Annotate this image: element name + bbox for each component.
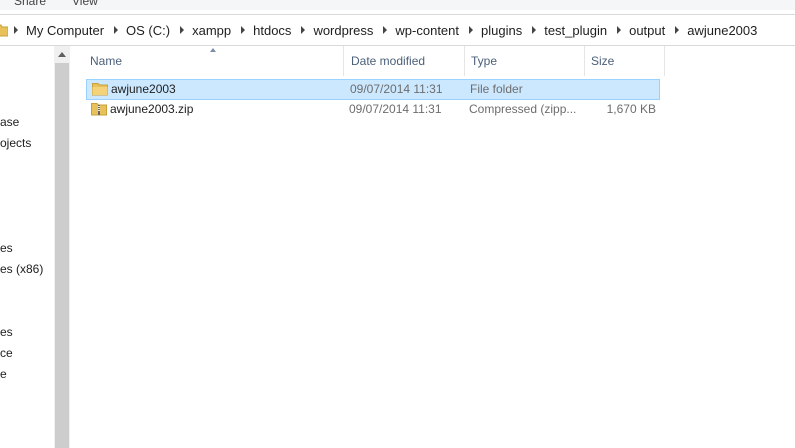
file-size xyxy=(607,80,657,99)
chevron-right-icon[interactable] xyxy=(675,26,680,34)
nav-item[interactable]: es xyxy=(0,241,13,255)
file-size: 1,670 KB xyxy=(606,102,656,116)
folder-icon xyxy=(92,82,108,96)
breadcrumb-item[interactable]: htdocs xyxy=(231,23,291,38)
nav-item[interactable]: ojects xyxy=(0,136,31,150)
file-type: Compressed (zipp... xyxy=(469,102,577,116)
column-header: Name Date modified Type Size xyxy=(70,46,795,76)
chevron-right-icon[interactable] xyxy=(469,26,473,34)
folder-icon xyxy=(0,23,8,37)
nav-item[interactable]: ce xyxy=(0,346,13,360)
breadcrumb-label[interactable]: awjune2003 xyxy=(687,23,757,38)
nav-item[interactable]: ase xyxy=(0,115,19,129)
file-row[interactable]: awjune2003.zip 09/07/2014 11:31 Compress… xyxy=(86,100,660,121)
scroll-up-arrow-icon[interactable] xyxy=(54,46,70,63)
breadcrumb-item[interactable]: wp-content xyxy=(373,23,459,38)
tab-view[interactable]: View xyxy=(72,0,98,8)
breadcrumb-label[interactable]: OS (C:) xyxy=(126,23,170,38)
ribbon-tabs: Share View xyxy=(0,0,795,10)
nav-item[interactable]: es xyxy=(0,325,13,339)
tab-share[interactable]: Share xyxy=(14,0,46,8)
column-type[interactable]: Type xyxy=(465,46,585,76)
breadcrumb-label[interactable]: output xyxy=(629,23,665,38)
breadcrumb-label[interactable]: My Computer xyxy=(26,23,104,38)
breadcrumb-label[interactable]: wp-content xyxy=(395,23,459,38)
breadcrumb-label[interactable]: htdocs xyxy=(253,23,291,38)
file-name: awjune2003 xyxy=(111,82,176,96)
breadcrumb-item[interactable]: wordpress xyxy=(291,23,373,38)
file-type: File folder xyxy=(470,82,523,96)
file-row[interactable]: awjune2003 09/07/2014 11:31 File folder xyxy=(86,79,660,100)
breadcrumb-item[interactable]: OS (C:) xyxy=(104,23,170,38)
breadcrumb-label[interactable]: wordpress xyxy=(313,23,373,38)
breadcrumb-item[interactable]: xampp xyxy=(170,23,231,38)
column-date-modified[interactable]: Date modified xyxy=(345,46,465,76)
chevron-right-icon[interactable] xyxy=(617,26,622,34)
sort-ascending-icon xyxy=(210,48,216,52)
breadcrumb-item[interactable]: My Computer xyxy=(8,23,104,38)
nav-scrollbar[interactable] xyxy=(54,46,70,448)
nav-item[interactable]: es (x86) xyxy=(0,262,43,276)
file-list: Name Date modified Type Size awjune2003 … xyxy=(70,46,795,448)
chevron-right-icon[interactable] xyxy=(241,26,246,34)
address-bar[interactable]: My Computer OS (C:) xampp htdocs wordpre… xyxy=(0,14,795,46)
file-name: awjune2003.zip xyxy=(110,102,194,116)
chevron-right-icon[interactable] xyxy=(114,26,119,34)
scroll-thumb[interactable] xyxy=(55,63,69,448)
chevron-right-icon[interactable] xyxy=(14,26,18,34)
file-date: 09/07/2014 11:31 xyxy=(350,82,443,96)
chevron-right-icon[interactable] xyxy=(301,26,306,34)
breadcrumb-item[interactable]: awjune2003 xyxy=(665,23,757,38)
breadcrumb-item[interactable]: test_plugin xyxy=(522,23,607,38)
breadcrumb-label[interactable]: xampp xyxy=(192,23,231,38)
chevron-right-icon[interactable] xyxy=(383,26,388,34)
file-date: 09/07/2014 11:31 xyxy=(349,102,442,116)
breadcrumb-item[interactable]: plugins xyxy=(459,23,522,38)
nav-item[interactable]: e xyxy=(0,367,7,381)
breadcrumb-label[interactable]: plugins xyxy=(481,23,522,38)
breadcrumb-item[interactable]: output xyxy=(607,23,665,38)
column-size[interactable]: Size xyxy=(585,46,665,76)
chevron-right-icon[interactable] xyxy=(180,26,185,34)
breadcrumb-label[interactable]: test_plugin xyxy=(544,23,607,38)
zip-folder-icon xyxy=(91,102,107,116)
chevron-right-icon[interactable] xyxy=(532,26,537,34)
